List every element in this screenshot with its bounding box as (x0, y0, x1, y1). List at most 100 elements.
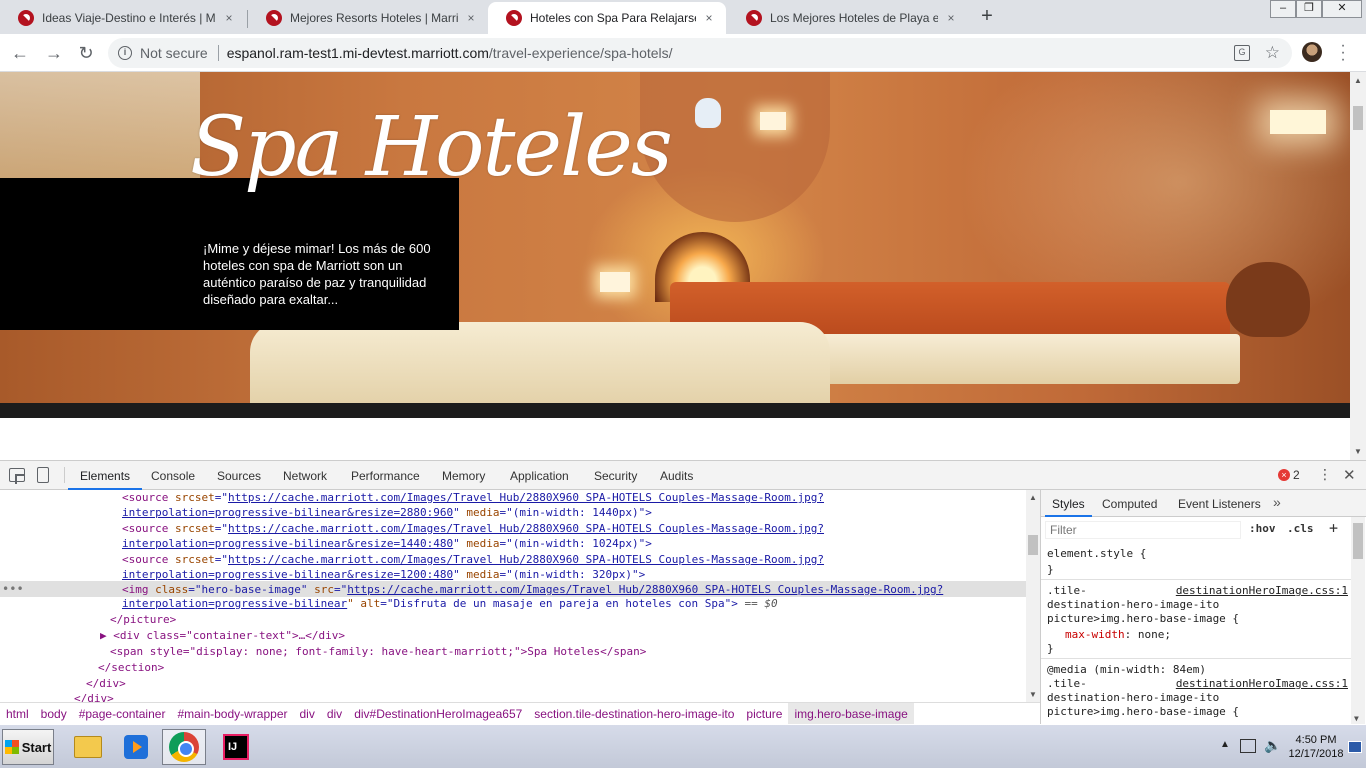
tab-sources[interactable]: Sources (205, 461, 273, 490)
browser-tab-hoteles-spa[interactable]: Hoteles con Spa Para Relajarse | Mar × (488, 2, 726, 34)
breadcrumb-item[interactable]: picture (740, 703, 788, 726)
dom-node-line[interactable]: interpolation=progressive-bilinear&resiz… (122, 536, 652, 552)
tab-close-icon[interactable]: × (222, 11, 236, 25)
style-rule-selector[interactable]: picture>img.hero-base-image { (1047, 611, 1239, 626)
breadcrumb-item[interactable]: #main-body-wrapper (171, 703, 293, 726)
tab-performance[interactable]: Performance (339, 461, 432, 490)
taskbar-media-player[interactable] (114, 729, 158, 765)
info-icon[interactable]: i (118, 46, 132, 60)
tab-close-icon[interactable]: × (702, 11, 716, 25)
page-scrollbar[interactable]: ▲ ▼ (1350, 72, 1366, 460)
new-rule-button[interactable]: + (1329, 519, 1338, 537)
resource-link[interactable]: interpolation=progressive-bilinear&resiz… (122, 537, 453, 550)
scrollbar-thumb[interactable] (1353, 523, 1363, 559)
style-rule-selector[interactable]: .tile- (1047, 583, 1087, 598)
scroll-up-icon[interactable]: ▲ (1353, 76, 1363, 85)
resource-link[interactable]: https://cache.marriott.com/Images/Travel… (228, 553, 824, 566)
forward-button[interactable]: → (42, 41, 66, 65)
devtools-menu-icon[interactable]: ⋮ (1318, 466, 1332, 483)
error-count[interactable]: 2 (1293, 468, 1300, 482)
dom-node-line[interactable]: ▶ <div class="container-text">…</div> (100, 628, 345, 644)
device-toolbar-icon[interactable] (37, 467, 49, 483)
browser-tab-mejores-resorts[interactable]: Mejores Resorts Hoteles | Marriott In × (248, 2, 488, 34)
dom-node-line[interactable]: <span style="display: none; font-family:… (110, 644, 646, 660)
dom-node-line[interactable]: interpolation=progressive-bilinear" alt=… (122, 596, 778, 612)
dom-node-line[interactable]: <source srcset="https://cache.marriott.c… (122, 521, 824, 537)
breadcrumb-item[interactable]: #page-container (73, 703, 172, 726)
breadcrumb-item[interactable]: div#DestinationHeroImagea657 (348, 703, 528, 726)
browser-tab-ideas-viaje[interactable]: Ideas Viaje-Destino e Interés | Marri × (0, 2, 246, 34)
stylesheet-link[interactable]: destinationHeroImage.css:1 (1176, 583, 1348, 598)
minimize-button[interactable]: – (1270, 0, 1296, 18)
breadcrumb-item[interactable]: html (0, 703, 35, 726)
breadcrumb-item-selected[interactable]: img.hero-base-image (788, 702, 914, 726)
resource-link[interactable]: https://cache.marriott.com/Images/Travel… (228, 522, 824, 535)
styles-filter-input[interactable]: Filter (1045, 521, 1241, 539)
tab-network[interactable]: Network (271, 461, 339, 490)
style-rule-selector[interactable]: element.style { (1047, 546, 1146, 561)
taskbar-chrome[interactable] (162, 729, 206, 765)
dom-node-line[interactable]: interpolation=progressive-bilinear&resiz… (122, 505, 652, 521)
breadcrumb-item[interactable]: div (294, 703, 321, 726)
tab-styles[interactable]: Styles (1045, 490, 1092, 517)
scroll-down-icon[interactable]: ▼ (1353, 447, 1363, 456)
hover-state-toggle[interactable]: :hov (1249, 522, 1276, 535)
reload-button[interactable]: ↻ (74, 41, 98, 65)
elements-tree[interactable]: <source srcset="https://cache.marriott.c… (0, 490, 1040, 702)
resource-link[interactable]: interpolation=progressive-bilinear&resiz… (122, 568, 453, 581)
tab-event-listeners[interactable]: Event Listeners (1171, 490, 1268, 517)
elements-scrollbar[interactable]: ▲ ▼ (1026, 490, 1040, 702)
restore-button[interactable]: ❐ (1296, 0, 1322, 18)
security-status[interactable]: Not secure (140, 45, 208, 61)
browser-tab-hoteles-playa[interactable]: Los Mejores Hoteles de Playa en el M × (728, 2, 968, 34)
profile-avatar[interactable] (1302, 42, 1322, 62)
tab-memory[interactable]: Memory (430, 461, 497, 490)
resource-link[interactable]: interpolation=progressive-bilinear (122, 597, 347, 610)
taskbar-explorer[interactable] (66, 729, 110, 765)
stylesheet-link[interactable]: destinationHeroImage.css:1 (1176, 676, 1348, 691)
volume-icon[interactable]: 🔈 (1264, 737, 1281, 754)
style-rule-selector[interactable]: .tile- (1047, 676, 1087, 691)
scrollbar-thumb[interactable] (1028, 535, 1038, 555)
styles-scrollbar[interactable]: ▼ (1351, 517, 1365, 725)
dom-node-line[interactable]: </div> (74, 691, 114, 702)
devtools-close-icon[interactable]: ✕ (1343, 466, 1356, 484)
scroll-down-icon[interactable]: ▼ (1354, 714, 1359, 723)
class-toggle[interactable]: .cls (1287, 522, 1314, 535)
network-icon[interactable] (1240, 739, 1256, 753)
start-button[interactable]: Start (2, 729, 54, 765)
breadcrumb-item[interactable]: body (35, 703, 73, 726)
resource-link[interactable]: interpolation=progressive-bilinear&resiz… (122, 506, 453, 519)
node-actions-icon[interactable]: ••• (2, 582, 24, 596)
back-button[interactable]: ← (8, 41, 32, 65)
tab-close-icon[interactable]: × (464, 11, 478, 25)
style-declaration[interactable]: max-width: none; (1065, 627, 1171, 642)
new-tab-button[interactable]: + (976, 6, 998, 28)
error-icon[interactable]: × (1278, 469, 1290, 481)
inspect-element-icon[interactable] (9, 468, 25, 482)
tab-console[interactable]: Console (139, 461, 207, 490)
tab-audits[interactable]: Audits (648, 461, 705, 490)
breadcrumb-item[interactable]: section.tile-destination-hero-image-ito (528, 703, 740, 726)
resource-link[interactable]: https://cache.marriott.com/Images/Travel… (347, 583, 943, 596)
more-tabs-icon[interactable]: » (1273, 494, 1281, 510)
breadcrumb-item[interactable]: div (321, 703, 348, 726)
browser-menu-icon[interactable]: · · · (1338, 38, 1348, 68)
tab-computed[interactable]: Computed (1095, 490, 1164, 517)
scroll-down-icon[interactable]: ▼ (1029, 690, 1037, 699)
dom-node-line[interactable]: </div> (86, 676, 126, 692)
tab-application[interactable]: Application (498, 461, 581, 490)
translate-icon[interactable]: G (1234, 45, 1250, 61)
style-rule-selector[interactable]: destination-hero-image-ito (1047, 597, 1219, 612)
address-bar[interactable]: i Not secure espanol.ram-test1.mi-devtes… (108, 38, 1292, 68)
tab-elements[interactable]: Elements (68, 461, 143, 490)
dom-node-line[interactable]: </picture> (110, 612, 176, 628)
bookmark-star-icon[interactable]: ☆ (1265, 43, 1280, 63)
dom-node-line[interactable]: </section> (98, 660, 164, 676)
taskbar-intellij[interactable]: IJ (214, 729, 258, 765)
scroll-up-icon[interactable]: ▲ (1029, 493, 1037, 502)
show-desktop-icon[interactable] (1348, 741, 1362, 753)
tab-close-icon[interactable]: × (944, 11, 958, 25)
close-window-button[interactable]: ✕ (1322, 0, 1362, 18)
dom-node-line[interactable]: <source srcset="https://cache.marriott.c… (122, 490, 824, 506)
